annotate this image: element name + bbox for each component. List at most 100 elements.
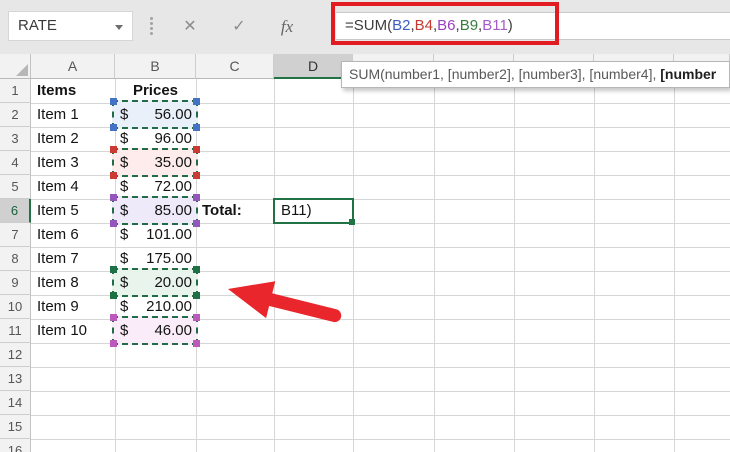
ref-handle[interactable] <box>193 146 200 153</box>
arrow-tail <box>258 291 342 323</box>
cell-C6[interactable]: Total: <box>202 199 268 223</box>
ref-handle[interactable] <box>110 124 117 131</box>
cell-A11[interactable]: Item 10 <box>37 319 109 343</box>
cell-B6[interactable]: $85.00 <box>120 199 192 223</box>
row-header-11[interactable]: 11 <box>0 319 31 343</box>
amount: 96.00 <box>154 130 192 147</box>
col-header-B[interactable]: B <box>115 54 196 79</box>
cell-B10[interactable]: $210.00 <box>120 295 192 319</box>
function-tooltip: SUM(number1, [number2], [number3], [numb… <box>341 61 730 88</box>
cell-A5[interactable]: Item 4 <box>37 175 109 199</box>
ref-handle[interactable] <box>110 220 117 227</box>
cell-A1[interactable]: Items <box>37 79 109 103</box>
row-header-1[interactable]: 1 <box>0 79 31 103</box>
ref-handle[interactable] <box>110 314 117 321</box>
drag-handle-dots-icon <box>150 17 153 20</box>
currency-symbol: $ <box>120 298 129 315</box>
ref-handle[interactable] <box>193 220 200 227</box>
ref-handle[interactable] <box>110 266 117 273</box>
amount: 85.00 <box>154 202 192 219</box>
row-header-3[interactable]: 3 <box>0 127 31 151</box>
gridline-vertical <box>434 79 435 452</box>
row-header-2[interactable]: 2 <box>0 103 31 127</box>
currency-symbol: $ <box>120 322 129 339</box>
col-header-C[interactable]: C <box>196 54 274 79</box>
amount: 56.00 <box>154 106 192 123</box>
cell-A2[interactable]: Item 1 <box>37 103 109 127</box>
arrow-head <box>228 281 276 319</box>
fill-handle[interactable] <box>349 219 355 225</box>
ref-handle[interactable] <box>110 146 117 153</box>
row-header-8[interactable]: 8 <box>0 247 31 271</box>
active-cell-D6[interactable]: B11) <box>273 198 355 225</box>
amount: 101.00 <box>146 226 192 243</box>
row-header-12[interactable]: 12 <box>0 343 31 367</box>
amount: 72.00 <box>154 178 192 195</box>
cancel-button[interactable]: ✕ <box>175 12 205 42</box>
ref-handle[interactable] <box>110 172 117 179</box>
row-header-16[interactable]: 16 <box>0 439 31 452</box>
currency-symbol: $ <box>120 130 129 147</box>
row-header-15[interactable]: 15 <box>0 415 31 439</box>
select-all-triangle-icon <box>16 64 28 76</box>
gridline-horizontal <box>31 415 730 416</box>
sheet-body: Items Prices Item 1 $56.00 Item 2 $96.00 Item … <box>31 79 730 452</box>
col-header-A[interactable]: A <box>31 54 115 79</box>
cell-A3[interactable]: Item 2 <box>37 127 109 151</box>
red-highlight-rectangle <box>331 2 559 45</box>
currency-symbol: $ <box>120 106 129 123</box>
row-header-10[interactable]: 10 <box>0 295 31 319</box>
cell-B5[interactable]: $72.00 <box>120 175 192 199</box>
cell-B3[interactable]: $96.00 <box>120 127 192 151</box>
gridline-horizontal <box>31 439 730 440</box>
select-all-corner[interactable] <box>0 54 31 79</box>
row-header-14[interactable]: 14 <box>0 391 31 415</box>
cell-B9[interactable]: $20.00 <box>120 271 192 295</box>
enter-button[interactable]: ✓ <box>224 12 254 42</box>
gridline-vertical <box>353 79 354 452</box>
amount: 210.00 <box>146 298 192 315</box>
currency-symbol: $ <box>120 202 129 219</box>
currency-symbol: $ <box>120 274 129 291</box>
row-header-9[interactable]: 9 <box>0 271 31 295</box>
currency-symbol: $ <box>120 250 129 267</box>
row-header-13[interactable]: 13 <box>0 367 31 391</box>
amount: 20.00 <box>154 274 192 291</box>
currency-symbol: $ <box>120 226 129 243</box>
row-header-7[interactable]: 7 <box>0 223 31 247</box>
amount: 35.00 <box>154 154 192 171</box>
cell-B1[interactable]: Prices <box>115 79 196 103</box>
cell-A7[interactable]: Item 6 <box>37 223 109 247</box>
ref-handle[interactable] <box>193 172 200 179</box>
cell-B4[interactable]: $35.00 <box>120 151 192 175</box>
cell-A9[interactable]: Item 8 <box>37 271 109 295</box>
cell-B7[interactable]: $101.00 <box>120 223 192 247</box>
row-header-4[interactable]: 4 <box>0 151 31 175</box>
gridline-horizontal <box>31 391 730 392</box>
ref-handle[interactable] <box>110 194 117 201</box>
row-header-6[interactable]: 6 <box>0 199 31 223</box>
row-header-5[interactable]: 5 <box>0 175 31 199</box>
formula-toolbar: RATE ✕ ✓ fx =SUM(B2,B4,B6,B9,B11) <box>0 0 730 54</box>
cell-A4[interactable]: Item 3 <box>37 151 109 175</box>
insert-function-button[interactable]: fx <box>272 12 302 42</box>
cell-A8[interactable]: Item 7 <box>37 247 109 271</box>
ref-handle[interactable] <box>110 292 117 299</box>
currency-symbol: $ <box>120 178 129 195</box>
ref-handle[interactable] <box>193 194 200 201</box>
gridline-horizontal <box>31 367 730 368</box>
cell-A10[interactable]: Item 9 <box>37 295 109 319</box>
cell-B11[interactable]: $46.00 <box>120 319 192 343</box>
gridline-vertical <box>514 79 515 452</box>
gridline-vertical <box>674 79 675 452</box>
name-box[interactable]: RATE <box>8 11 133 41</box>
excel-window: RATE ✕ ✓ fx =SUM(B2,B4,B6,B9,B11) ABCD 1… <box>0 0 730 452</box>
cell-B8[interactable]: $175.00 <box>120 247 192 271</box>
amount: 175.00 <box>146 250 192 267</box>
chevron-down-icon[interactable] <box>115 25 123 30</box>
ref-handle[interactable] <box>110 340 117 347</box>
gridline-vertical <box>594 79 595 452</box>
ref-handle[interactable] <box>193 124 200 131</box>
cell-B2[interactable]: $56.00 <box>120 103 192 127</box>
cell-A6[interactable]: Item 5 <box>37 199 109 223</box>
